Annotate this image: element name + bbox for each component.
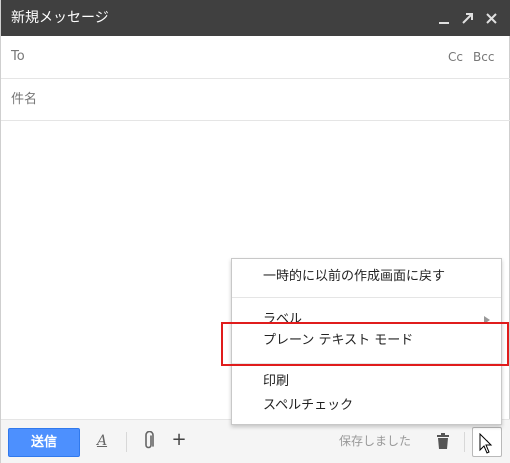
menu-item-spellcheck[interactable]: スペルチェック	[263, 397, 353, 415]
more-insert-button[interactable]: +	[171, 429, 187, 451]
formatting-options-button[interactable]: A	[95, 431, 109, 451]
menu-divider	[232, 297, 501, 298]
menu-item-label[interactable]: ラベル	[263, 311, 302, 329]
subject-field[interactable]: 件名	[1, 79, 510, 121]
menu-item-print[interactable]: 印刷	[263, 373, 289, 391]
compose-window: 新規メッセージ To Cc Bcc 件名 送信 A + 保存しました 一時的に以…	[0, 0, 510, 463]
triangle-up-icon	[483, 440, 491, 445]
saved-status: 保存しました	[339, 434, 412, 448]
subject-label: 件名	[11, 92, 38, 107]
more-options-menu: 一時的に以前の作成画面に戻す ラベル プレーン テキスト モード 印刷 スペルチ…	[231, 258, 502, 425]
menu-item-revert-old-compose[interactable]: 一時的に以前の作成画面に戻す	[263, 268, 445, 286]
more-options-button[interactable]	[472, 427, 502, 457]
toolbar-divider	[126, 432, 127, 452]
cc-link[interactable]: Cc	[448, 48, 463, 66]
menu-divider	[232, 363, 501, 364]
paperclip-icon[interactable]	[142, 430, 156, 451]
minimize-icon[interactable]	[435, 8, 453, 28]
compose-toolbar: 送信 A + 保存しました	[1, 419, 510, 463]
bcc-link[interactable]: Bcc	[473, 48, 494, 66]
send-button[interactable]: 送信	[8, 428, 80, 457]
compose-title: 新規メッセージ	[11, 10, 109, 26]
menu-item-plain-text-mode[interactable]: プレーン テキスト モード	[263, 332, 413, 350]
submenu-arrow-icon	[484, 316, 490, 324]
to-field[interactable]: To Cc Bcc	[1, 36, 510, 79]
to-label: To	[11, 49, 25, 64]
toolbar-divider	[464, 432, 465, 452]
close-icon[interactable]	[483, 8, 501, 28]
trash-icon[interactable]	[435, 431, 451, 451]
compose-titlebar: 新規メッセージ	[1, 0, 510, 36]
expand-icon[interactable]	[459, 8, 477, 28]
